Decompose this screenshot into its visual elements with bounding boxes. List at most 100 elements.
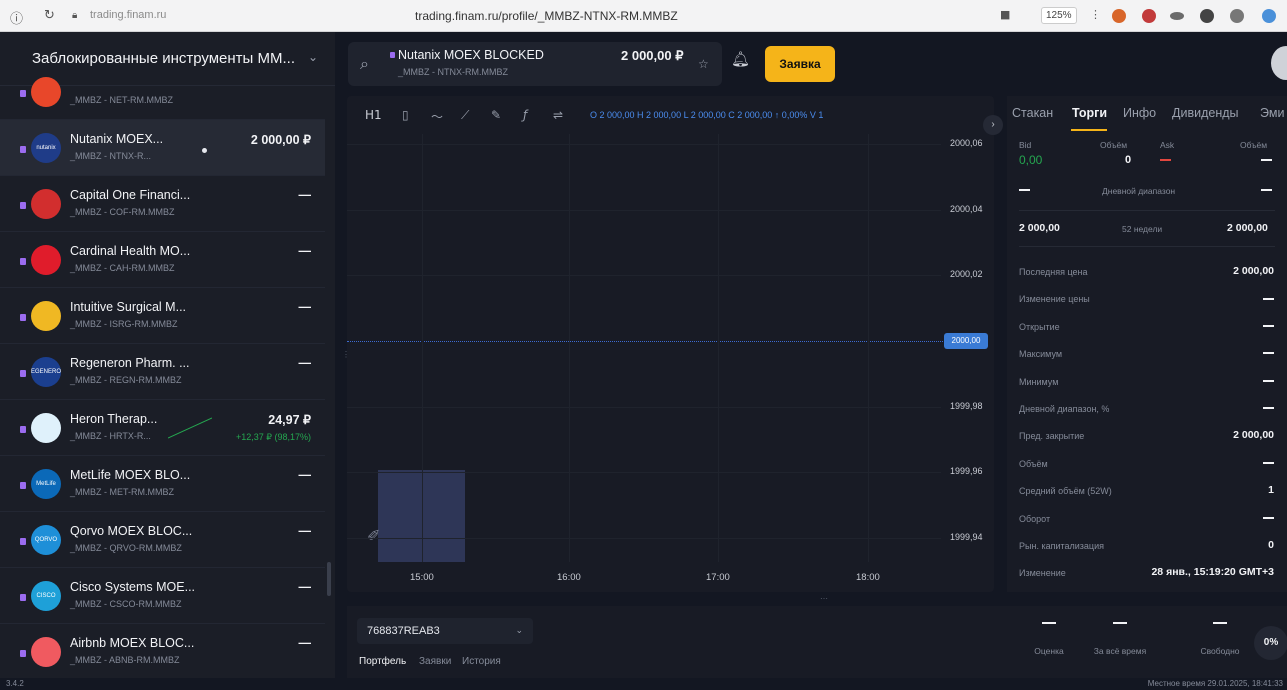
more-icon[interactable]: ⋮ xyxy=(1090,8,1101,21)
address-bar[interactable]: trading.finam.ru/profile/_MMBZ-NTNX-RM.M… xyxy=(415,9,678,23)
tab-info[interactable]: Инфо xyxy=(1123,106,1156,120)
chart-toolbar: H1 ▯ 〜 ⟋ ✎ ƒ ⇌ O 2 000,00 H 2 000,00 L 2… xyxy=(347,96,994,134)
watchlist-row[interactable]: MetLife MetLife MOEX BLO... _MMBZ - MET-RM… xyxy=(0,456,325,512)
resize-handle[interactable]: ⋯ xyxy=(820,594,828,603)
watchlist-row[interactable]: nutanix Nutanix MOEX... _MMBZ - NTNX-R... 2… xyxy=(0,120,325,176)
trend-icon[interactable]: ⟋ xyxy=(461,108,469,123)
star-icon[interactable]: ☆ xyxy=(698,57,709,71)
resize-handle[interactable]: ⋮ xyxy=(342,350,350,359)
zoom-indicator[interactable]: 125% xyxy=(1041,7,1077,24)
instrument-price: — xyxy=(298,524,312,538)
browser-toolbar: ⓘ ↻ 🔒︎ trading.finam.ru trading.finam.ru… xyxy=(0,0,1287,32)
company-logo-icon: nutanix xyxy=(31,133,61,163)
extension-icon[interactable] xyxy=(1112,9,1126,23)
price-chart[interactable]: H1 ▯ 〜 ⟋ ✎ ƒ ⇌ O 2 000,00 H 2 000,00 L 2… xyxy=(347,96,994,592)
watchlist-row[interactable]: Capital One Financi... _MMBZ - COF-RM.MMB… xyxy=(0,176,325,232)
stat-value xyxy=(1263,292,1274,304)
local-time: Местное время 29.01.2025, 18:41:33 xyxy=(1147,679,1283,688)
account-number: 768837REAB3 xyxy=(367,625,440,637)
account-selector[interactable]: 768837REAB3 ⌄ xyxy=(357,618,533,644)
bell-icon[interactable]: 🔔︎ xyxy=(731,50,750,68)
bid-value: 0,00 xyxy=(1019,153,1043,167)
chart-logo-icon: ✐ xyxy=(367,526,381,545)
tab-portfolio[interactable]: Портфель xyxy=(359,656,406,667)
stat-label: Оборот xyxy=(1019,513,1051,524)
pencil-icon[interactable]: ✎ xyxy=(491,108,501,122)
tab-orderbook[interactable]: Стакан xyxy=(1012,106,1053,120)
watchlist-row[interactable]: QORVO Qorvo MOEX BLOC... _MMBZ - QRVO-RM.M… xyxy=(0,512,325,568)
candles-icon[interactable]: ▯ xyxy=(402,108,409,122)
extension-icon[interactable] xyxy=(1142,9,1156,23)
active-tab-indicator xyxy=(1071,129,1107,131)
extension-icon[interactable] xyxy=(1230,9,1244,23)
ask-value xyxy=(1160,154,1171,166)
watchlist-row[interactable]: _MMBZ - NET-RM.MMBZ xyxy=(0,64,325,120)
instrument-code: _MMBZ - REGN-RM.MMBZ xyxy=(70,375,182,385)
stat-row: Изменение 28 янв., 15:19:20 GMT+3 xyxy=(1007,559,1287,586)
profile-icon[interactable] xyxy=(1262,9,1276,23)
grid-line xyxy=(347,209,941,211)
line-tool-icon[interactable]: 〜 xyxy=(431,108,443,125)
instrument-price: — xyxy=(298,188,312,202)
stat-label: Изменение цены xyxy=(1019,294,1090,305)
instrument-code: _MMBZ - ISRG-RM.MMBZ xyxy=(70,319,178,329)
url-hint[interactable]: trading.finam.ru xyxy=(90,9,166,21)
stat-value xyxy=(1263,457,1274,469)
tab-orders[interactable]: Заявки xyxy=(419,656,451,667)
watchlist-row[interactable]: Heron Therap... _MMBZ - HRTX-R... 24,97 ₽ +… xyxy=(0,400,325,456)
chevron-down-icon[interactable]: ⌄ xyxy=(308,50,318,64)
bid-volume-value: 0 xyxy=(1125,154,1132,166)
instrument-price: — xyxy=(298,300,312,314)
grid-line xyxy=(347,406,941,408)
tab-dividends[interactable]: Дивиденды xyxy=(1172,106,1239,120)
instrument-price: — xyxy=(298,636,312,650)
stat-value xyxy=(1263,402,1274,414)
grid-line xyxy=(868,134,869,562)
daily-high xyxy=(1261,184,1272,196)
watchlist-row[interactable]: CISCO Cisco Systems MOE... _MMBZ - CSCO-RM… xyxy=(0,568,325,624)
bookmark-icon[interactable]: ■ xyxy=(1000,8,1010,21)
watchlist-row[interactable]: REGENERON Regeneron Pharm. ... _MMBZ - REG… xyxy=(0,344,325,400)
instrument-code: _MMBZ - CSCO-RM.MMBZ xyxy=(70,599,182,609)
scrollbar[interactable] xyxy=(327,562,331,596)
instrument-code: _MMBZ - COF-RM.MMBZ xyxy=(70,207,175,217)
watchlist-row[interactable]: Intuitive Surgical M... _MMBZ - ISRG-RM.M… xyxy=(0,288,325,344)
tab-trades[interactable]: Торги xyxy=(1072,106,1107,120)
order-button[interactable]: Заявка xyxy=(765,46,835,82)
instrument-name: Regeneron Pharm. ... xyxy=(70,356,190,370)
tab-history[interactable]: История xyxy=(462,656,501,667)
chevron-down-icon[interactable]: ⌄ xyxy=(515,625,523,636)
function-icon[interactable]: ƒ xyxy=(523,108,527,122)
extension-icon[interactable] xyxy=(1170,12,1184,20)
stat-value: 2 000,00 xyxy=(1233,265,1274,277)
alltime-stat: За всё время xyxy=(1085,622,1155,656)
chart-plot-area[interactable]: ✐ xyxy=(347,134,947,562)
chevron-right-icon[interactable]: › xyxy=(983,115,1003,135)
stat-row: Объём xyxy=(1007,450,1287,477)
percent-badge[interactable]: 0% xyxy=(1254,626,1287,660)
valuation-label: Оценка xyxy=(1034,646,1064,656)
last-price-line xyxy=(347,341,947,342)
company-logo-icon xyxy=(31,413,61,443)
info-icon[interactable]: ⓘ xyxy=(10,8,23,27)
avatar[interactable] xyxy=(1271,46,1287,80)
y-tick-label: 1999,96 xyxy=(950,466,983,477)
lock-icon xyxy=(20,426,26,433)
tab-issuer[interactable]: Эми xyxy=(1260,106,1284,120)
lock-icon xyxy=(20,594,26,601)
grid-line xyxy=(347,144,941,145)
x-tick-label: 16:00 xyxy=(557,572,581,583)
settings-icon[interactable]: ⇌ xyxy=(553,108,563,122)
reload-icon[interactable]: ↻ xyxy=(44,8,55,23)
interval-selector[interactable]: H1 xyxy=(365,108,382,122)
stat-label: Изменение xyxy=(1019,568,1066,579)
portfolio-panel: 768837REAB3 ⌄ Портфель Заявки История Оц… xyxy=(347,606,1287,678)
instrument-header: ⌕ Nutanix MOEX BLOCKED _MMBZ - NTNX-RM.M… xyxy=(335,32,1287,94)
extension-icon[interactable] xyxy=(1200,9,1214,23)
instrument-selector[interactable]: ⌕ Nutanix MOEX BLOCKED _MMBZ - NTNX-RM.M… xyxy=(348,42,722,86)
watchlist-row[interactable]: Airbnb MOEX BLOC... _MMBZ - ABNB-RM.MMBZ — xyxy=(0,624,325,678)
instrument-name: MetLife MOEX BLO... xyxy=(70,468,191,482)
watchlist-row[interactable]: Cardinal Health MO... _MMBZ - CAH-RM.MMBZ… xyxy=(0,232,325,288)
instrument-name: Cardinal Health MO... xyxy=(70,244,191,258)
search-icon[interactable]: ⌕ xyxy=(360,54,369,74)
